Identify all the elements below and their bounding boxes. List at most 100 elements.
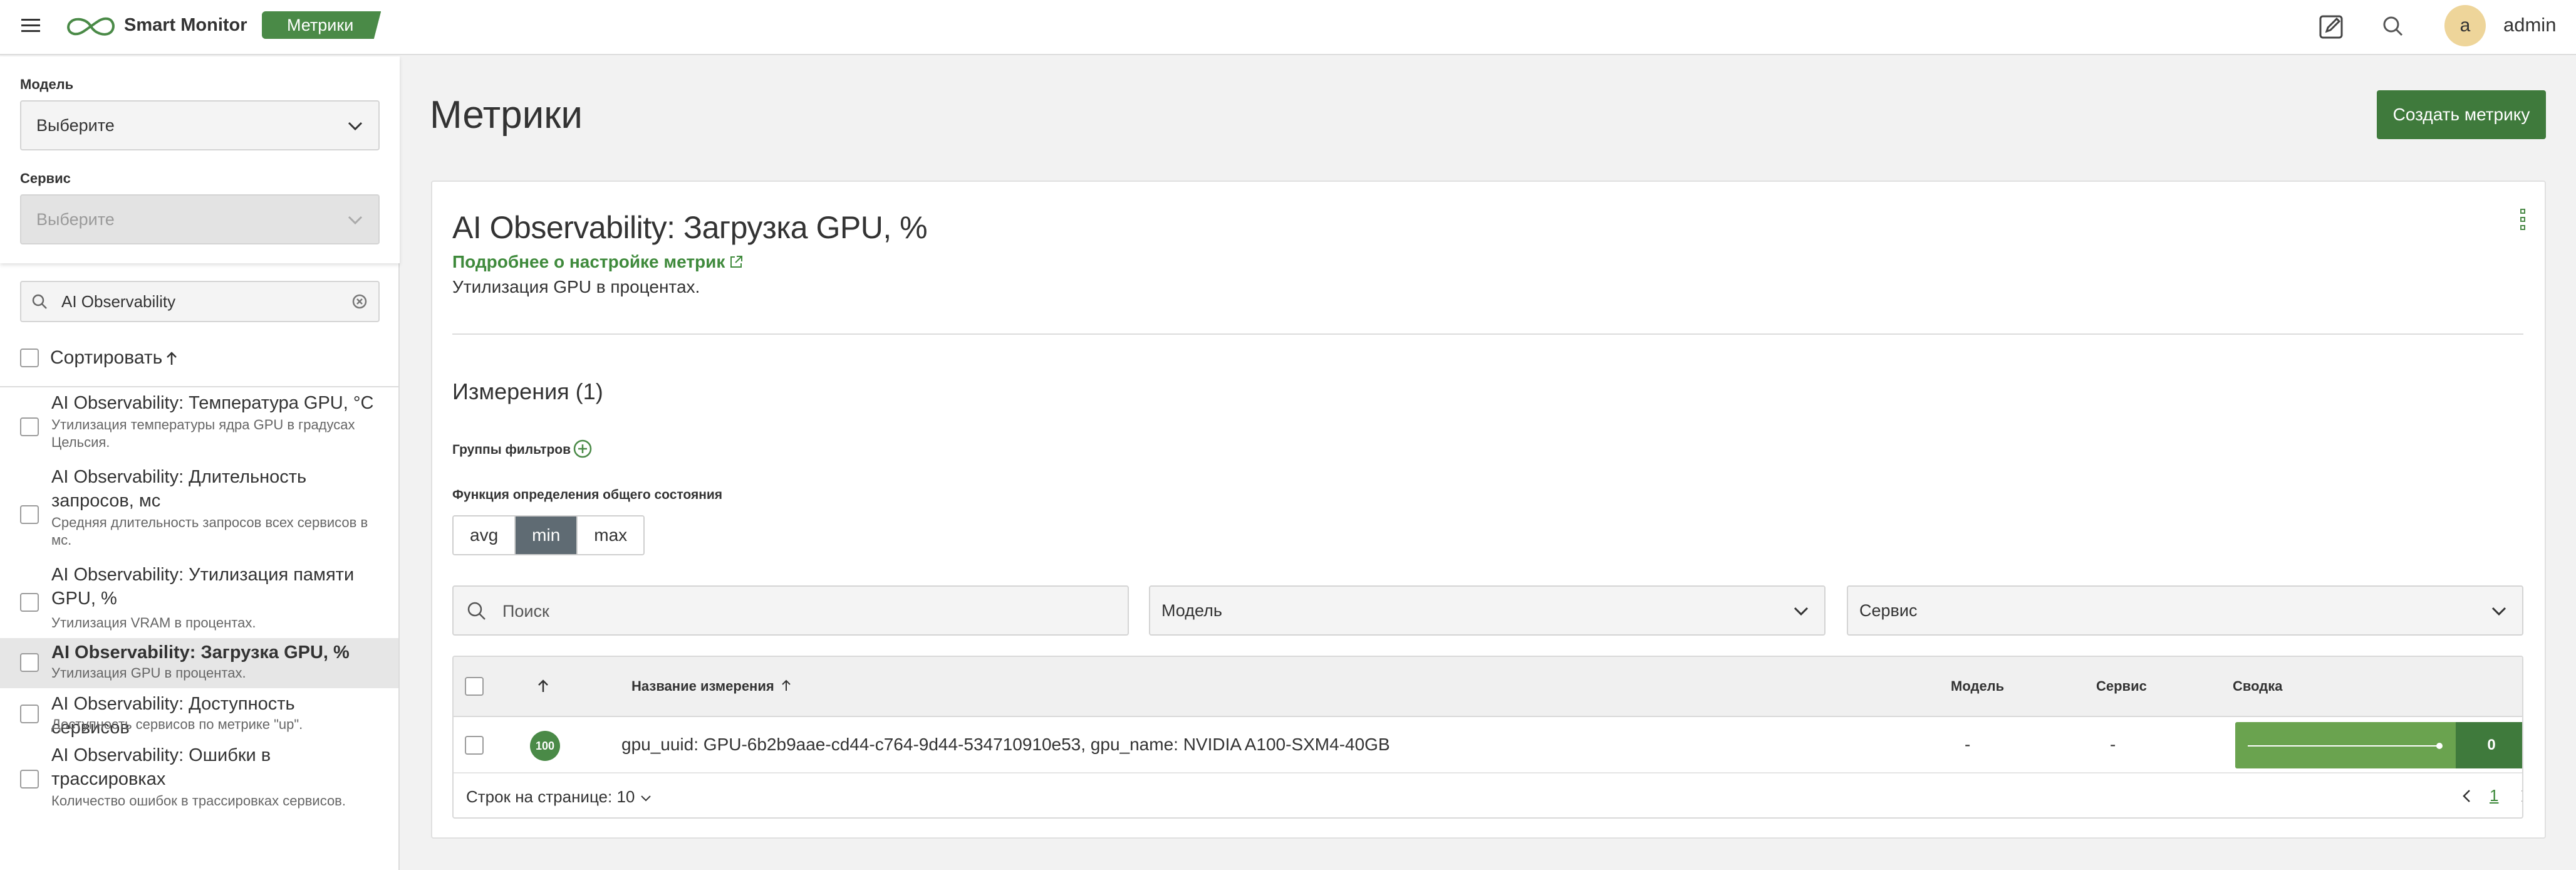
dimension-model: - — [1965, 735, 1971, 754]
metric-checkbox[interactable] — [20, 705, 39, 723]
metric-checkbox[interactable] — [20, 417, 39, 436]
add-circle-icon[interactable] — [573, 439, 593, 459]
dimensions-title: Измерения (1) — [452, 379, 603, 404]
column-model-header: Модель — [1951, 678, 2005, 694]
search-placeholder: Поиск — [502, 602, 549, 621]
metric-list-item[interactable]: AI Observability: Ошибки в трассировках … — [0, 742, 398, 817]
arrow-up-icon[interactable] — [163, 350, 180, 367]
page-number[interactable]: 1 — [2490, 786, 2498, 805]
menu-icon[interactable] — [19, 14, 43, 38]
model-filter-select[interactable]: Модель — [1149, 585, 1826, 636]
metric-card-description: Утилизация GPU в процентах. — [452, 277, 700, 296]
column-name-header[interactable]: Название измерения — [631, 678, 793, 694]
health-function-label: Функция определения общего состояния — [452, 488, 723, 502]
column-service-header: Сервис — [2096, 678, 2147, 694]
metric-description: Средняя длительность запросов всех серви… — [51, 515, 368, 548]
rows-per-page-label: Строк на странице: 10 — [466, 787, 635, 806]
chevron-right-icon[interactable] — [2516, 787, 2522, 805]
search-icon[interactable] — [2381, 14, 2406, 39]
table-row[interactable]: 100 gpu_uuid: GPU-6b2b9aae-cd44-c764-9d4… — [454, 717, 2522, 773]
service-select[interactable]: Выберите — [20, 194, 380, 244]
health-option-max[interactable]: max — [578, 516, 644, 554]
select-all-checkbox[interactable] — [465, 677, 484, 696]
top-bar: Smart Monitor Метрики a admin — [0, 0, 2576, 55]
sidebar-filters: Модель Выберите Сервис Выберите — [0, 56, 400, 263]
section-badge: Метрики — [262, 11, 382, 39]
sort-label: Сортировать — [50, 347, 163, 368]
clear-icon[interactable] — [351, 293, 368, 310]
dimension-service: - — [2110, 735, 2116, 754]
sidebar: Модель Выберите Сервис Выберите AI Obser… — [0, 56, 400, 870]
sidebar-search-input[interactable]: AI Observability — [20, 281, 380, 322]
edit-icon[interactable] — [2318, 13, 2345, 40]
health-function-toggle[interactable]: avg min max — [452, 515, 645, 555]
chevron-down-icon — [2490, 602, 2508, 621]
chevron-left-icon[interactable] — [2458, 787, 2476, 805]
summary-sparkline — [2235, 722, 2456, 768]
create-metric-button[interactable]: Создать метрику — [2377, 90, 2546, 139]
search-icon — [30, 292, 49, 311]
username[interactable]: admin — [2503, 14, 2556, 36]
app-name: Smart Monitor — [124, 15, 247, 35]
model-select-value: Выберите — [36, 116, 115, 135]
metric-title: AI Observability: Длительность запросов,… — [51, 467, 307, 511]
health-score-badge: 100 — [530, 731, 560, 761]
metric-description: Доступность сервисов по метрике "up". — [51, 716, 303, 732]
docs-link-label: Подробнее о настройке метрик — [452, 252, 725, 271]
metric-title: AI Observability: Утилизация памяти GPU,… — [51, 565, 355, 609]
dimension-name: gpu_uuid: GPU-6b2b9aae-cd44-c764-9d44-53… — [621, 735, 1390, 754]
rows-per-page-select[interactable]: Строк на странице: 10 — [466, 787, 653, 807]
more-vertical-icon[interactable] — [2513, 207, 2532, 232]
page-title: Метрики — [430, 93, 583, 137]
metric-checkbox[interactable] — [20, 770, 39, 789]
dimension-search-input[interactable]: Поиск — [452, 585, 1129, 636]
chevron-down-icon — [1792, 602, 1810, 621]
metric-list-item[interactable]: AI Observability: Длительность запросов,… — [0, 465, 398, 562]
arrow-up-icon — [779, 679, 793, 693]
service-filter-value: Сервис — [1859, 601, 1918, 620]
chevron-down-icon — [638, 790, 653, 805]
metric-checkbox[interactable] — [20, 505, 39, 524]
external-link-icon — [729, 254, 744, 270]
metric-list-item[interactable]: AI Observability: Температура GPU, °C Ут… — [0, 391, 398, 464]
model-select[interactable]: Выберите — [20, 100, 380, 150]
column-summary-header: Сводка — [2233, 678, 2283, 694]
chevron-down-icon — [346, 117, 365, 135]
metric-card: AI Observability: Загрузка GPU, % Подроб… — [431, 181, 2546, 839]
health-option-min[interactable]: min — [516, 516, 578, 554]
model-label: Модель — [20, 76, 74, 92]
column-name-label: Название измерения — [631, 678, 774, 694]
metric-list-item-selected[interactable]: AI Observability: Загрузка GPU, % Утилиз… — [0, 638, 398, 688]
search-icon — [466, 600, 487, 622]
metric-card-title: AI Observability: Загрузка GPU, % — [452, 210, 928, 245]
health-option-avg[interactable]: avg — [454, 516, 516, 554]
sort-checkbox[interactable] — [20, 349, 39, 367]
metric-description: Утилизация GPU в процентах. — [51, 665, 246, 681]
metric-title: AI Observability: Ошибки в трассировках — [51, 745, 271, 789]
metric-checkbox[interactable] — [20, 653, 39, 672]
metric-description: Количество ошибок в трассировках сервисо… — [51, 793, 346, 809]
table-header: Название измерения Модель Сервис Сводка — [454, 657, 2522, 717]
metric-title: AI Observability: Загрузка GPU, % — [51, 642, 350, 663]
avatar[interactable]: a — [2444, 5, 2486, 46]
filter-groups-label: Группы фильтров — [452, 443, 571, 457]
metric-description: Утилизация температуры ядра GPU в градус… — [51, 417, 355, 450]
service-label: Сервис — [20, 170, 71, 186]
dimensions-table: Название измерения Модель Сервис Сводка … — [452, 656, 2523, 819]
divider — [0, 386, 400, 387]
service-filter-select[interactable]: Сервис — [1847, 585, 2523, 636]
row-checkbox[interactable] — [465, 736, 484, 755]
summary-value: 0 — [2456, 722, 2522, 768]
model-filter-value: Модель — [1161, 601, 1222, 620]
chevron-down-icon — [346, 211, 365, 229]
arrow-up-icon[interactable] — [535, 678, 551, 694]
docs-link[interactable]: Подробнее о настройке метрик — [452, 252, 744, 272]
sidebar-search-value: AI Observability — [61, 292, 176, 311]
metric-checkbox[interactable] — [20, 593, 39, 612]
sparkline-line — [2248, 743, 2443, 749]
metric-description: Утилизация VRAM в процентах. — [51, 615, 256, 631]
table-footer: Строк на странице: 10 1 — [454, 775, 2522, 817]
metric-list-item[interactable]: AI Observability: Доступность сервисов Д… — [0, 689, 398, 741]
logo-icon — [63, 13, 119, 40]
metric-list-item[interactable]: AI Observability: Утилизация памяти GPU,… — [0, 563, 398, 638]
